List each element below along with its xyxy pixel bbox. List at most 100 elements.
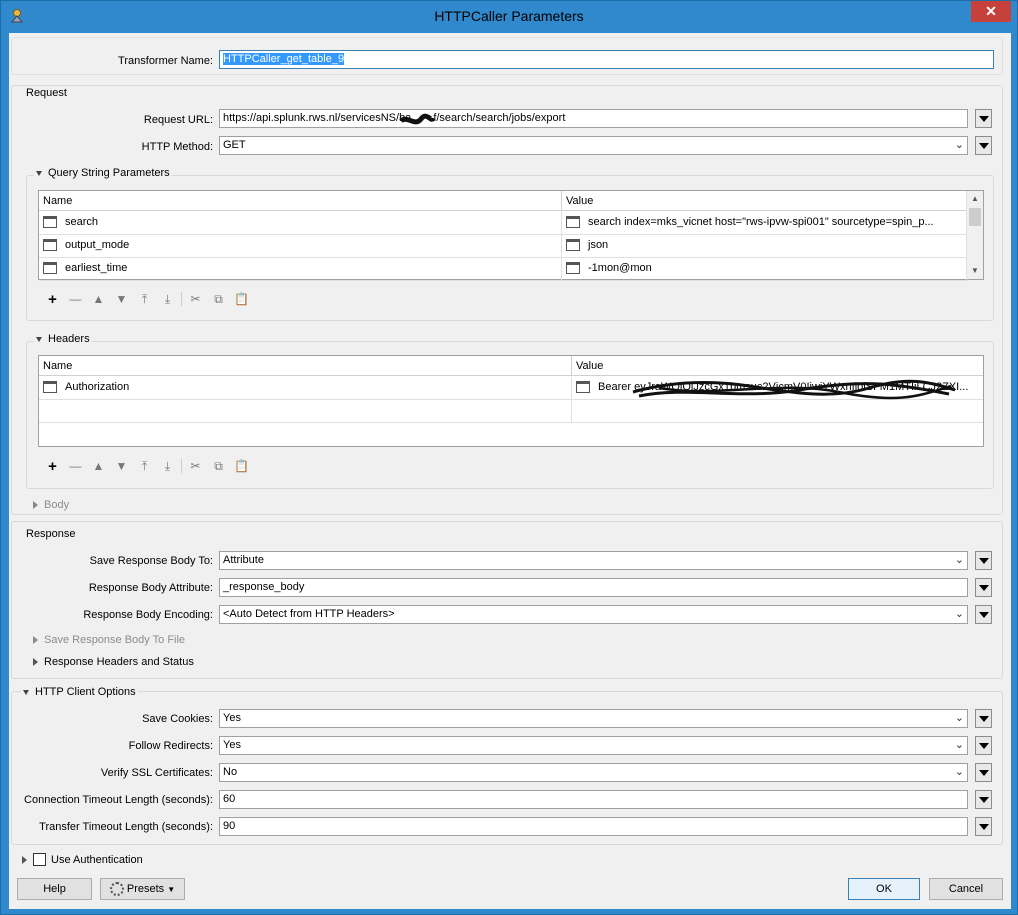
body-title: Body — [44, 499, 70, 511]
response-headers-toggle[interactable]: Response Headers and Status — [33, 656, 194, 668]
help-button[interactable]: Help — [17, 878, 92, 900]
table-cell-value[interactable]: search index=mks_vicnet host="rws-ipvw-s… — [562, 212, 967, 235]
follow-redirects-value: Yes — [223, 739, 241, 751]
http-method-label: HTTP Method: — [141, 141, 213, 153]
save-response-to-value: Attribute — [223, 554, 264, 566]
chevron-down-icon: ⌄ — [954, 554, 964, 566]
remove-icon[interactable]: — — [64, 292, 87, 306]
request-url-menu-button[interactable] — [975, 109, 992, 128]
connection-timeout-input[interactable]: 60 — [219, 790, 968, 809]
param-name: output_mode — [65, 239, 130, 251]
vertical-scrollbar[interactable]: ▲ ▼ — [966, 191, 983, 279]
use-authentication-checkbox[interactable] — [33, 853, 46, 866]
table-row[interactable]: earliest_time — [39, 258, 562, 281]
http-method-value: GET — [223, 139, 246, 151]
remove-icon[interactable]: — — [64, 459, 87, 473]
add-icon[interactable]: + — [41, 458, 64, 475]
body-toggle[interactable]: Body — [33, 499, 69, 511]
table-cell-empty[interactable] — [572, 400, 983, 423]
http-method-menu-button[interactable] — [975, 136, 992, 155]
cancel-button[interactable]: Cancel — [929, 878, 1003, 900]
chevron-down-icon: ⌄ — [954, 766, 964, 778]
dropdown-arrow-icon: ▼ — [167, 885, 176, 894]
table-cell-value[interactable]: Bearer eyJraWQiOiJzcGx1bmsuc2VjcmV0IiwiY… — [572, 377, 983, 400]
move-top-icon[interactable]: ⤒ — [133, 292, 156, 307]
client-options-toggle[interactable]: HTTP Client Options — [21, 686, 138, 698]
save-response-to-menu-button[interactable] — [975, 551, 992, 570]
ok-button[interactable]: OK — [848, 878, 920, 900]
headers-table: Name Value Authorization Bearer eyJraWQi… — [38, 355, 984, 447]
save-cookies-value: Yes — [223, 712, 241, 724]
connection-timeout-menu-button[interactable] — [975, 790, 992, 809]
http-method-select[interactable]: GET ⌄ — [219, 136, 968, 155]
move-top-icon[interactable]: ⤒ — [133, 459, 156, 474]
query-params-toggle[interactable]: Query String Parameters — [34, 167, 172, 179]
expand-triangle-icon — [36, 336, 42, 342]
verify-ssl-menu-button[interactable] — [975, 763, 992, 782]
close-button[interactable]: ✕ — [971, 1, 1011, 22]
column-header-value: Value — [566, 195, 594, 207]
save-cookies-select[interactable]: Yes ⌄ — [219, 709, 968, 728]
table-row[interactable]: Authorization — [39, 377, 572, 400]
follow-redirects-menu-button[interactable] — [975, 736, 992, 755]
move-down-icon[interactable]: ▼ — [110, 292, 133, 306]
scroll-down-icon[interactable]: ▼ — [967, 263, 983, 279]
save-cookies-menu-button[interactable] — [975, 709, 992, 728]
request-url-input[interactable]: https://api.splunk.rws.nl/servicesNS/ba f… — [219, 109, 968, 128]
row-icon — [43, 216, 57, 229]
headers-toolbar: + — ▲ ▼ ⤒ ⤓ ✂ ⧉ 📋 — [41, 457, 253, 475]
scroll-thumb[interactable] — [969, 208, 981, 226]
move-up-icon[interactable]: ▲ — [87, 459, 110, 473]
presets-button[interactable]: Presets ▼ — [100, 878, 185, 900]
save-response-to-select[interactable]: Attribute ⌄ — [219, 551, 968, 570]
move-up-icon[interactable]: ▲ — [87, 292, 110, 306]
use-authentication-label: Use Authentication — [51, 854, 143, 866]
headers-toggle[interactable]: Headers — [34, 333, 92, 345]
table-row[interactable]: search — [39, 212, 562, 235]
response-section-title: Response — [26, 528, 76, 540]
save-response-to-label: Save Response Body To: — [89, 555, 213, 567]
scroll-up-icon[interactable]: ▲ — [967, 191, 983, 207]
chevron-down-icon: ⌄ — [954, 739, 964, 751]
paste-icon[interactable]: 📋 — [230, 292, 253, 306]
collapse-triangle-icon — [33, 636, 38, 645]
move-down-icon[interactable]: ▼ — [110, 459, 133, 473]
cut-icon[interactable]: ✂ — [184, 292, 207, 306]
paste-icon[interactable]: 📋 — [230, 459, 253, 473]
response-attribute-menu-button[interactable] — [975, 578, 992, 597]
follow-redirects-select[interactable]: Yes ⌄ — [219, 736, 968, 755]
table-row-empty[interactable] — [39, 400, 572, 423]
verify-ssl-select[interactable]: No ⌄ — [219, 763, 968, 782]
copy-icon[interactable]: ⧉ — [207, 459, 230, 474]
cut-icon[interactable]: ✂ — [184, 459, 207, 473]
response-encoding-menu-button[interactable] — [975, 605, 992, 624]
follow-redirects-label: Follow Redirects: — [128, 740, 213, 752]
copy-icon[interactable]: ⧉ — [207, 292, 230, 307]
save-to-file-title: Save Response Body To File — [44, 634, 186, 646]
response-attribute-input[interactable]: _response_body — [219, 578, 968, 597]
move-bottom-icon[interactable]: ⤓ — [156, 459, 179, 474]
response-attribute-label: Response Body Attribute: — [88, 582, 213, 594]
column-header-value: Value — [576, 360, 604, 372]
connection-timeout-label: Connection Timeout Length (seconds): — [24, 794, 213, 806]
table-cell-value[interactable]: -1mon@mon — [562, 258, 967, 281]
transfer-timeout-input[interactable]: 90 — [219, 817, 968, 836]
transformer-name-input[interactable]: HTTPCaller_get_table_9 — [219, 50, 994, 69]
table-row[interactable]: output_mode — [39, 235, 562, 258]
window-title: HTTPCaller Parameters — [434, 8, 584, 24]
move-bottom-icon[interactable]: ⤓ — [156, 292, 179, 307]
verify-ssl-value: No — [223, 766, 238, 778]
request-url-label: Request URL: — [143, 114, 213, 126]
add-icon[interactable]: + — [41, 291, 64, 308]
table-cell-value[interactable]: json — [562, 235, 967, 258]
collapse-triangle-icon[interactable] — [22, 856, 27, 864]
param-name: earliest_time — [65, 262, 128, 274]
transfer-timeout-menu-button[interactable] — [975, 817, 992, 836]
response-encoding-select[interactable]: <Auto Detect from HTTP Headers> ⌄ — [219, 605, 968, 624]
row-icon — [43, 262, 57, 275]
row-icon — [43, 381, 57, 394]
row-icon — [43, 239, 57, 252]
connection-timeout-value: 60 — [223, 793, 236, 805]
save-to-file-toggle[interactable]: Save Response Body To File — [33, 634, 185, 646]
presets-label: Presets — [126, 883, 165, 895]
